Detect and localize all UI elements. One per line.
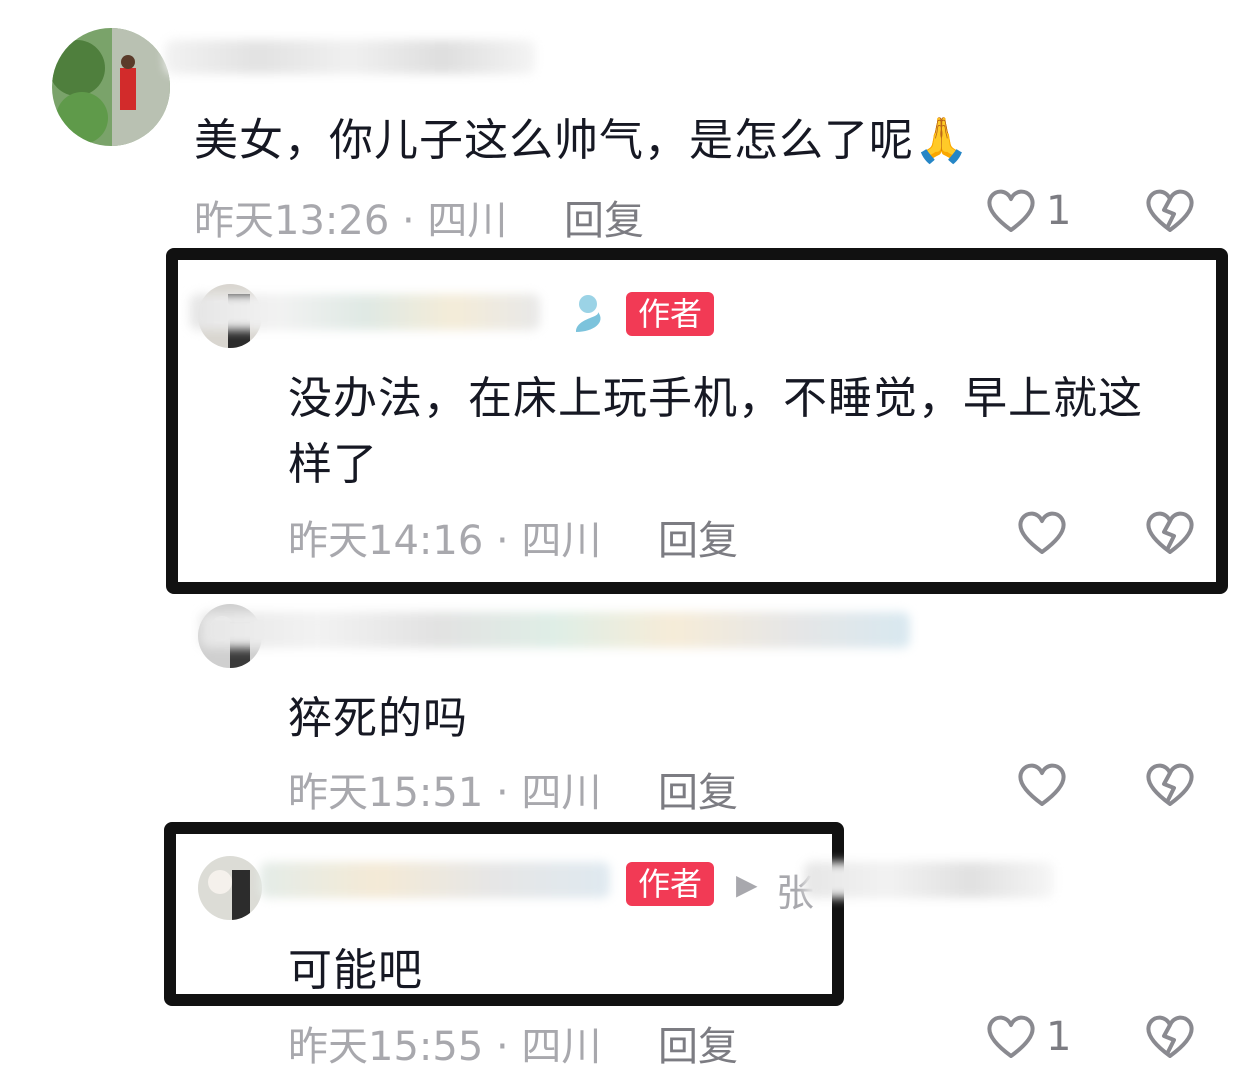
heart-outline-icon[interactable] <box>1016 508 1068 556</box>
avatar[interactable] <box>198 856 262 920</box>
genie-emoji-icon <box>568 292 608 336</box>
author-badge: 作者 <box>626 862 715 906</box>
broken-heart-icon[interactable] <box>1144 186 1196 234</box>
reply-button[interactable]: 回复 <box>564 188 644 246</box>
comment-text: 没办法，在床上玩手机，不睡觉，早上就这 <box>288 373 1143 424</box>
highlight-frame <box>164 822 844 1006</box>
comment-text-continued: 样了 <box>288 439 378 490</box>
heart-outline-icon[interactable] <box>1016 760 1068 808</box>
reply-button[interactable]: 回复 <box>658 1014 738 1072</box>
comment-text: 可能吧 <box>288 945 423 996</box>
username-redacted <box>190 294 540 330</box>
reply-button[interactable]: 回复 <box>658 508 738 566</box>
comment-meta: 昨天14:16 · 四川 <box>288 518 602 564</box>
username-redacted <box>804 862 1054 898</box>
broken-heart-icon[interactable] <box>1144 508 1196 556</box>
avatar[interactable] <box>52 28 170 146</box>
author-badge: 作者 <box>626 292 715 336</box>
comment-meta: 昨天15:51 · 四川 <box>288 770 602 816</box>
like-count: 1 <box>1046 188 1072 234</box>
heart-outline-icon[interactable] <box>985 186 1037 234</box>
pray-emoji: 🙏 <box>914 115 970 166</box>
reply-arrow-icon: ▶ <box>736 868 758 901</box>
reply-button[interactable]: 回复 <box>658 760 738 818</box>
comment-text: 猝死的吗 <box>288 693 468 744</box>
comment-text: 美女，你儿子这么帅气，是怎么了呢🙏 <box>194 115 970 166</box>
broken-heart-icon[interactable] <box>1144 760 1196 808</box>
username-redacted <box>260 862 610 898</box>
comment-meta: 昨天13:26 · 四川 <box>194 198 508 244</box>
username-redacted <box>165 40 535 74</box>
like-count: 1 <box>1046 1014 1072 1060</box>
comment-meta: 昨天15:55 · 四川 <box>288 1024 602 1070</box>
username-redacted <box>200 612 910 648</box>
heart-outline-icon[interactable] <box>985 1012 1037 1060</box>
broken-heart-icon[interactable] <box>1144 1012 1196 1060</box>
